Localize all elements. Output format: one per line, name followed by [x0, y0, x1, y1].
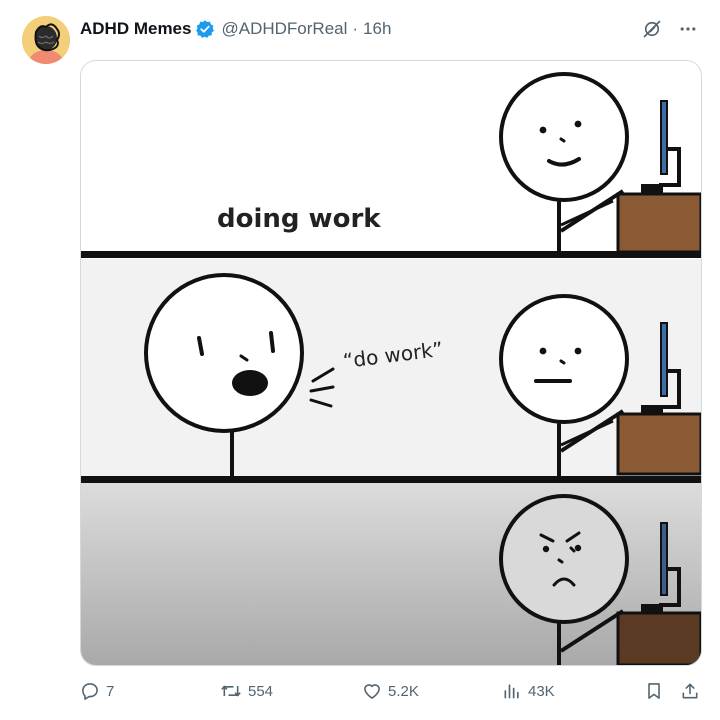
avatar-image [22, 16, 70, 64]
reply-button[interactable]: 7 [80, 676, 114, 706]
author-name[interactable]: ADHD Memes [80, 19, 191, 39]
reply-icon [82, 683, 98, 700]
post-header: ADHD Memes @ADHDForReal · 16h [80, 16, 391, 42]
view-count: 43K [528, 682, 555, 700]
bookmark-icon [648, 683, 660, 699]
like-button[interactable]: 5.2K [362, 676, 419, 706]
separator-dot: · [352, 19, 359, 38]
reply-count: 7 [106, 682, 115, 700]
repost-icon [221, 685, 241, 697]
share-button[interactable] [680, 676, 700, 706]
repost-count: 554 [248, 682, 274, 700]
post-media[interactable]: doing work “do work” [80, 60, 702, 666]
grok-icon[interactable] [642, 19, 662, 39]
top-actions [642, 19, 698, 39]
verified-badge-icon [195, 19, 215, 39]
bookmark-button[interactable] [644, 676, 664, 706]
share-icon [682, 683, 698, 699]
post-timestamp[interactable]: 16h [363, 19, 391, 39]
avatar[interactable] [22, 16, 70, 64]
repost-button[interactable]: 554 [220, 676, 273, 706]
author-handle[interactable]: @ADHDForReal [221, 19, 347, 39]
like-icon [364, 684, 380, 699]
panel-1-caption: doing work [217, 204, 381, 234]
tweet[interactable]: ADHD Memes @ADHDForReal · 16h doing work… [0, 0, 720, 720]
like-count: 5.2K [388, 682, 419, 700]
views-icon [504, 684, 519, 699]
views-button[interactable]: 43K [502, 676, 555, 706]
meme-image: doing work “do work” [81, 61, 701, 665]
more-icon[interactable] [678, 19, 698, 39]
action-bar: 7 554 5.2K 43K [80, 676, 704, 706]
